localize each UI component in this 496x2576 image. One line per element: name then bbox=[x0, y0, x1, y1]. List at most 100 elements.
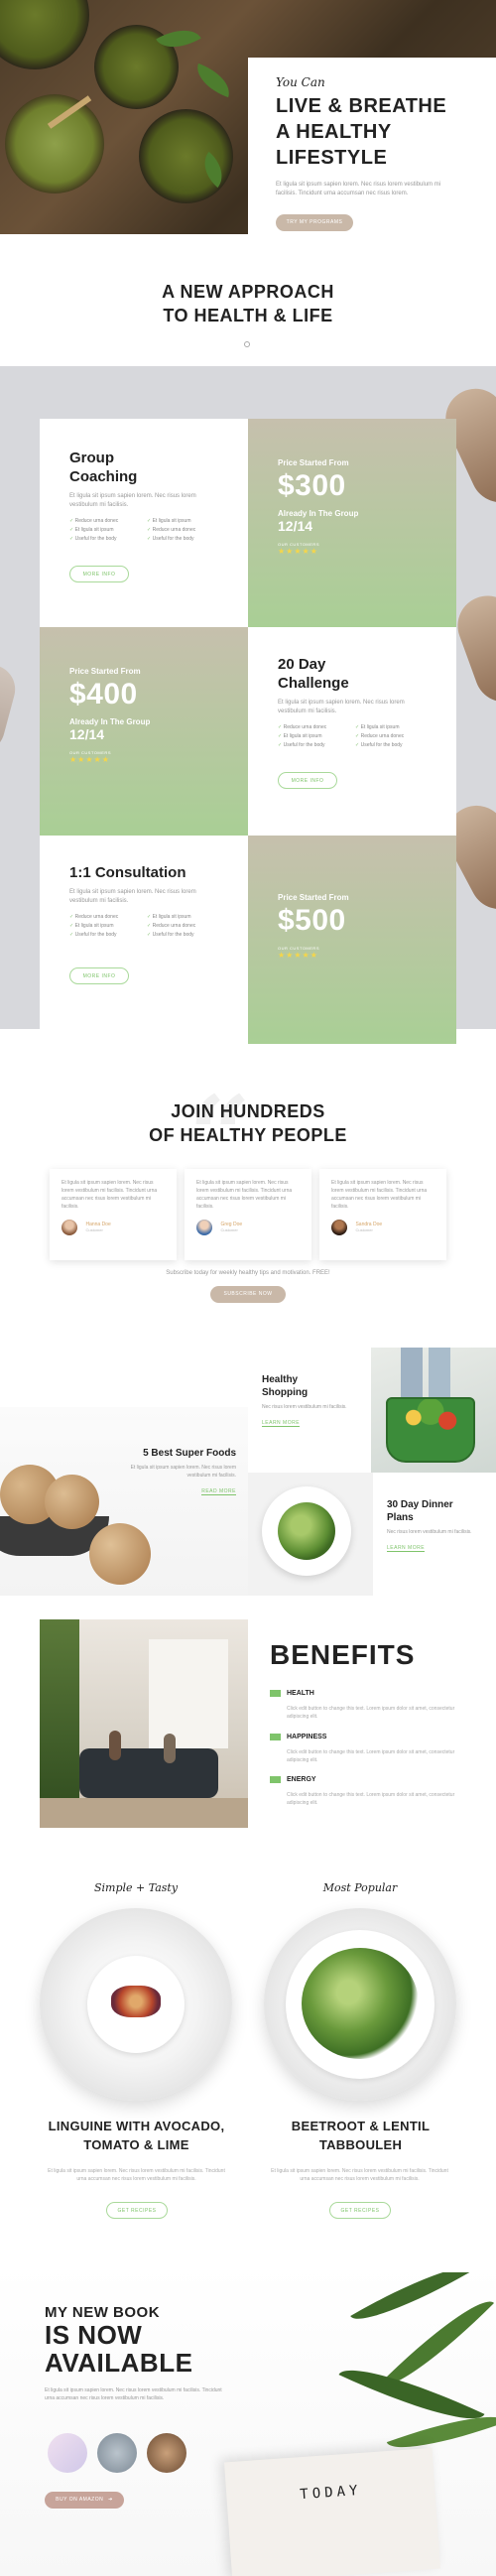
list-item: Useful for the body bbox=[147, 536, 218, 542]
book-block: MY NEW BOOK IS NOW AVAILABLE Et ligula s… bbox=[45, 2304, 283, 2402]
program-title: Group Coaching bbox=[69, 450, 138, 485]
program-text: Et ligula sit ipsum sapien lorem. Nec ri… bbox=[69, 493, 196, 508]
list-item: Useful for the body bbox=[278, 742, 349, 748]
hero-card: You Can LIVE & BREATHE A HEALTHY LIFESTY… bbox=[248, 58, 496, 256]
star-rating: ★★★★★ bbox=[278, 951, 318, 960]
dinner-link[interactable]: LEARN MORE bbox=[387, 1545, 426, 1552]
testimonial-card: Et ligula sit ipsum sapien lorem. Nec ri… bbox=[185, 1169, 311, 1260]
testimonials-title-line: JOIN HUNDREDS bbox=[171, 1101, 325, 1121]
price-value: $500 bbox=[278, 904, 346, 937]
hero-title-line: LIFESTYLE bbox=[276, 147, 388, 169]
testimonial-text: Et ligula sit ipsum sapien lorem. Nec ri… bbox=[331, 1180, 428, 1210]
shopping-block: Healthy Shopping Nec risus lorem vestibu… bbox=[262, 1373, 371, 1429]
list-item: Useful for the body bbox=[355, 742, 427, 748]
group-label: Already In The Group bbox=[278, 509, 359, 518]
recipe-title: LINGUINE WITH AVOCADO, TOMATO & LIME bbox=[20, 2117, 253, 2154]
book-cover-text: TODAY bbox=[299, 2482, 362, 2504]
benefit-item: HAPPINESS Click edit button to change th… bbox=[270, 1729, 468, 1764]
list-item: Reduce urna donec bbox=[355, 733, 427, 739]
list-item: Useful for the body bbox=[147, 932, 218, 938]
recipe-plate bbox=[40, 1908, 232, 2101]
subscribe-button[interactable]: SUBSCRIBE NOW bbox=[210, 1286, 286, 1303]
program-title: 1:1 Consultation bbox=[69, 864, 186, 881]
approach-title: A NEW APPROACH TO HEALTH & LIFE bbox=[0, 280, 496, 327]
program-card-consultation: 1:1 Consultation Et ligula sit ipsum sap… bbox=[40, 836, 248, 1044]
book-text: Et ligula sit ipsum sapien lorem. Nec ri… bbox=[45, 2387, 222, 2401]
feature-list: Reduce urna donec Et ligula sit ipsum Et… bbox=[278, 724, 427, 748]
recipe-text: Et ligula sit ipsum sapien lorem. Nec ri… bbox=[271, 2168, 448, 2182]
star-rating: ★★★★★ bbox=[69, 755, 110, 764]
dinner-title-line: 30 Day Dinner bbox=[387, 1499, 453, 1510]
approach-title-line: A NEW APPROACH bbox=[162, 282, 334, 302]
shopping-title: Healthy Shopping bbox=[262, 1373, 371, 1399]
list-item: Et ligula sit ipsum bbox=[147, 914, 218, 920]
program-card-group: Group Coaching Et ligula sit ipsum sapie… bbox=[40, 419, 248, 627]
list-item: Useful for the body bbox=[69, 932, 141, 938]
book-line1: MY NEW BOOK bbox=[45, 2304, 161, 2321]
testimonials-title-line: OF HEALTHY PEOPLE bbox=[149, 1125, 347, 1145]
hero-text: Et ligula sit ipsum sapien lorem. Nec ri… bbox=[276, 182, 441, 196]
leaf-icon bbox=[270, 1776, 281, 1784]
book-thumb bbox=[147, 2433, 186, 2473]
testimonial-author: Hanna Doe Customer bbox=[62, 1219, 165, 1236]
testimonial-card: Et ligula sit ipsum sapien lorem. Nec ri… bbox=[50, 1169, 177, 1260]
dot-icon bbox=[244, 341, 250, 347]
leaf-icon bbox=[270, 1690, 281, 1698]
benefit-item: ENERGY Click edit button to change this … bbox=[270, 1771, 468, 1807]
price-value: $400 bbox=[69, 678, 138, 710]
more-info-button[interactable]: MORE INFO bbox=[69, 566, 129, 582]
testimonial-card: Et ligula sit ipsum sapien lorem. Nec ri… bbox=[319, 1169, 446, 1260]
leaf-icon bbox=[270, 1734, 281, 1741]
dinner-block: 30 Day Dinner Plans Nec risus lorem vest… bbox=[387, 1498, 491, 1554]
recipe-title-line: BEETROOT & LENTIL bbox=[291, 2119, 431, 2133]
testimonial-author: Greg Doe Customer bbox=[196, 1219, 300, 1236]
price-card-500: Price Started From $500 OUR CUSTOMERS ★★… bbox=[248, 836, 456, 1044]
list-item: Reduce urna donec bbox=[69, 518, 141, 524]
try-programs-button[interactable]: TRY MY PROGRAMS bbox=[276, 214, 353, 231]
get-recipes-button[interactable]: GET RECIPES bbox=[329, 2202, 391, 2219]
author-role: Customer bbox=[220, 1227, 238, 1233]
subscribe-text: Subscribe today for weekly healthy tips … bbox=[166, 1270, 330, 1276]
superfoods-title: 5 Best Super Foods bbox=[143, 1448, 236, 1459]
testimonial-author: Sandra Doe Customer bbox=[331, 1219, 434, 1236]
book-thumb bbox=[97, 2433, 137, 2473]
testimonials-title: JOIN HUNDREDS OF HEALTHY PEOPLE bbox=[0, 1099, 496, 1147]
dinner-title: 30 Day Dinner Plans bbox=[387, 1498, 491, 1524]
shopping-image bbox=[371, 1348, 496, 1473]
benefit-text: Click edit button to change this text. L… bbox=[287, 1749, 455, 1763]
superfoods-text: Et ligula sit ipsum sapien lorem. Nec ri… bbox=[130, 1465, 236, 1479]
author-info: Sandra Doe Customer bbox=[355, 1222, 382, 1232]
avatar bbox=[331, 1219, 347, 1235]
book-thumb bbox=[48, 2433, 87, 2473]
testimonial-text: Et ligula sit ipsum sapien lorem. Nec ri… bbox=[196, 1180, 293, 1210]
list-item: Reduce urna donec bbox=[147, 527, 218, 533]
arrow-right-icon: ➔ bbox=[108, 2497, 113, 2503]
list-item: Reduce urna donec bbox=[69, 914, 141, 920]
list-item: Useful for the body bbox=[69, 536, 141, 542]
book-line3: AVAILABLE bbox=[45, 2348, 193, 2378]
group-count: 12/14 bbox=[278, 518, 313, 534]
recipe-title-line: TABBOULEH bbox=[318, 2137, 403, 2152]
program-text: Et ligula sit ipsum sapien lorem. Nec ri… bbox=[69, 889, 196, 904]
buy-amazon-button[interactable]: BUY ON AMAZON ➔ bbox=[45, 2492, 124, 2509]
list-item: Et ligula sit ipsum bbox=[355, 724, 427, 730]
hero-title-line: A HEALTHY bbox=[276, 121, 392, 143]
benefit-title: ENERGY bbox=[287, 1776, 316, 1784]
dinner-image bbox=[248, 1473, 373, 1596]
more-info-button[interactable]: MORE INFO bbox=[278, 772, 337, 789]
benefit-text: Click edit button to change this text. L… bbox=[287, 1792, 455, 1806]
author-role: Customer bbox=[85, 1227, 103, 1233]
more-info-button[interactable]: MORE INFO bbox=[69, 967, 129, 984]
program-title: 20 Day Challenge bbox=[278, 656, 349, 692]
list-item: Reduce urna donec bbox=[278, 724, 349, 730]
price-card-300: Price Started From $300 Already In The G… bbox=[248, 419, 456, 627]
list-item: Et ligula sit ipsum bbox=[69, 527, 141, 533]
shopping-link[interactable]: LEARN MORE bbox=[262, 1420, 301, 1427]
benefits-image bbox=[40, 1619, 248, 1828]
superfoods-link[interactable]: READ MORE bbox=[201, 1488, 236, 1495]
list-item: Et ligula sit ipsum bbox=[278, 733, 349, 739]
get-recipes-button[interactable]: GET RECIPES bbox=[106, 2202, 168, 2219]
list-item: Reduce urna donec bbox=[147, 923, 218, 929]
buy-amazon-label: BUY ON AMAZON bbox=[56, 2497, 104, 2503]
benefit-title: HEALTH bbox=[287, 1690, 314, 1698]
